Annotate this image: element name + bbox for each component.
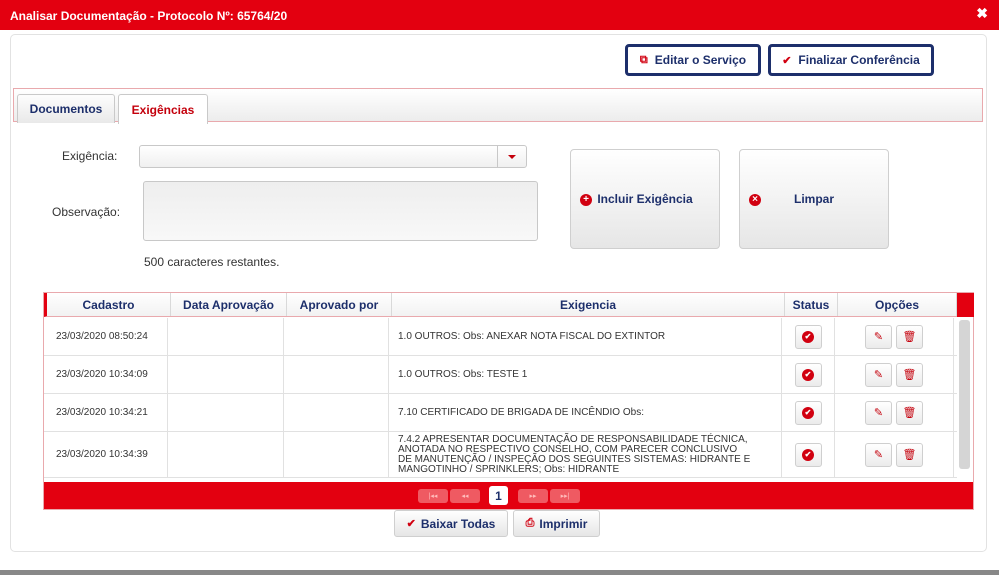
clear-label: Limpar <box>793 192 834 206</box>
table-row[interactable]: 23/03/2020 10:34:09 1.0 OUTROS: Obs: TES… <box>44 356 957 394</box>
cell-data-aprovacao <box>168 394 284 431</box>
cell-opcoes: ✎ 🗑 <box>835 356 954 393</box>
tab-documentos[interactable]: Documentos <box>17 94 115 123</box>
table-row[interactable]: 23/03/2020 10:34:21 7.10 CERTIFICADO DE … <box>44 394 957 432</box>
pencil-icon: ✎ <box>873 369 884 381</box>
pencil-icon: ✎ <box>873 331 884 343</box>
prev-page-button[interactable]: ◂◂ <box>450 489 480 503</box>
cell-cadastro: 23/03/2020 10:34:09 <box>44 356 168 393</box>
edit-button[interactable]: ✎ <box>865 400 892 425</box>
download-circle-icon: ✔ <box>406 518 416 530</box>
trash-icon: 🗑 <box>902 449 917 461</box>
col-status[interactable]: Status <box>785 293 838 316</box>
col-exigencia[interactable]: Exigencia <box>392 293 785 316</box>
print-label: Imprimir <box>539 516 588 531</box>
download-all-label: Baixar Todas <box>420 516 496 531</box>
first-page-button[interactable]: |◂◂ <box>418 489 448 503</box>
dropdown-arrow[interactable] <box>497 146 526 167</box>
cell-opcoes: ✎ 🗑 <box>835 432 954 477</box>
external-link-icon: ⧉ <box>639 53 648 66</box>
check-circle-icon: ✔ <box>802 368 814 381</box>
cell-aprovado-por <box>284 394 389 431</box>
pager-bar: |◂◂ ◂◂ 1 ▸▸ ▸▸| <box>44 482 973 509</box>
cell-status: ✔ <box>782 318 835 355</box>
next-page-button[interactable]: ▸▸ <box>518 489 548 503</box>
bottom-edge <box>0 570 999 575</box>
cell-cadastro: 23/03/2020 10:34:39 <box>44 432 168 477</box>
cell-cadastro: 23/03/2020 10:34:21 <box>44 394 168 431</box>
status-button[interactable]: ✔ <box>794 362 822 387</box>
edit-service-label: Editar o Serviço <box>654 53 747 67</box>
table-row[interactable]: 23/03/2020 08:50:24 1.0 OUTROS: Obs: ANE… <box>44 318 957 356</box>
close-icon[interactable]: ✖ <box>976 5 988 22</box>
edit-button[interactable]: ✎ <box>865 362 892 387</box>
check-circle-icon: ✔ <box>802 406 814 419</box>
cell-exigencia: 7.10 CERTIFICADO DE BRIGADA DE INCÊNDIO … <box>389 394 782 431</box>
current-page[interactable]: 1 <box>489 486 508 505</box>
remaining-characters: 500 caracteres restantes. <box>144 255 280 269</box>
cell-aprovado-por <box>284 432 389 477</box>
check-circle-icon: ✔ <box>802 448 814 461</box>
tab-bar: Documentos Exigências <box>13 88 983 124</box>
print-button[interactable]: ⎙ Imprimir <box>513 510 600 537</box>
delete-button[interactable]: 🗑 <box>896 400 923 425</box>
cell-exigencia: 7.4.2 APRESENTAR DOCUMENTAÇÃO DE RESPONS… <box>389 432 782 477</box>
include-exigencia-label: Incluir Exigência <box>597 192 693 206</box>
pencil-icon: ✎ <box>873 449 884 461</box>
cell-opcoes: ✎ 🗑 <box>835 394 954 431</box>
vertical-scrollbar[interactable] <box>959 320 970 469</box>
finish-check-label: Finalizar Conferência <box>798 53 920 67</box>
exigencia-select[interactable] <box>139 145 527 168</box>
cell-cadastro: 23/03/2020 08:50:24 <box>44 318 168 355</box>
cell-data-aprovacao <box>168 356 284 393</box>
cell-data-aprovacao <box>168 318 284 355</box>
window-title: Analisar Documentação - Protocolo Nº: 65… <box>10 9 288 23</box>
status-button[interactable]: ✔ <box>794 442 822 467</box>
check-circle-icon: ✔ <box>802 330 814 343</box>
download-all-button[interactable]: ✔ Baixar Todas <box>394 510 508 537</box>
delete-button[interactable]: 🗑 <box>896 362 923 387</box>
edit-service-button[interactable]: ⧉ Editar o Serviço <box>625 44 761 76</box>
status-button[interactable]: ✔ <box>794 324 822 349</box>
include-exigencia-button[interactable]: + Incluir Exigência <box>570 149 720 249</box>
observacao-textarea[interactable] <box>143 181 538 241</box>
exigencia-label: Exigência: <box>62 149 118 163</box>
col-cadastro[interactable]: Cadastro <box>47 293 171 316</box>
cell-exigencia: 1.0 OUTROS: Obs: TESTE 1 <box>389 356 782 393</box>
check-icon: ✔ <box>782 54 792 67</box>
printer-icon: ⎙ <box>525 517 535 529</box>
cell-exigencia: 1.0 OUTROS: Obs: ANEXAR NOTA FISCAL DO E… <box>389 318 782 355</box>
delete-button[interactable]: 🗑 <box>896 324 923 349</box>
edit-button[interactable]: ✎ <box>865 442 892 467</box>
grid-body: 23/03/2020 08:50:24 1.0 OUTROS: Obs: ANE… <box>44 318 957 479</box>
trash-icon: 🗑 <box>902 369 917 381</box>
grid-header: Cadastro Data Aprovação Aprovado por Exi… <box>44 293 957 317</box>
col-opcoes: Opções <box>838 293 957 316</box>
exigencias-grid: Cadastro Data Aprovação Aprovado por Exi… <box>43 292 974 510</box>
trash-icon: 🗑 <box>902 331 917 343</box>
cell-opcoes: ✎ 🗑 <box>835 318 954 355</box>
cell-aprovado-por <box>284 356 389 393</box>
header-scroll-cap <box>957 293 974 317</box>
chevron-down-icon <box>508 154 516 159</box>
last-page-button[interactable]: ▸▸| <box>550 489 580 503</box>
edit-button[interactable]: ✎ <box>865 324 892 349</box>
table-row[interactable]: 23/03/2020 10:34:39 7.4.2 APRESENTAR DOC… <box>44 432 957 478</box>
cell-data-aprovacao <box>168 432 284 477</box>
cell-aprovado-por <box>284 318 389 355</box>
title-bar: Analisar Documentação - Protocolo Nº: 65… <box>0 0 999 30</box>
cell-status: ✔ <box>782 394 835 431</box>
delete-button[interactable]: 🗑 <box>896 442 923 467</box>
status-button[interactable]: ✔ <box>794 400 822 425</box>
tab-exigencias[interactable]: Exigências <box>118 94 208 124</box>
trash-icon: 🗑 <box>902 407 917 419</box>
cell-status: ✔ <box>782 356 835 393</box>
col-data-aprovacao[interactable]: Data Aprovação <box>171 293 287 316</box>
clear-button[interactable]: × Limpar <box>739 149 889 249</box>
finish-check-button[interactable]: ✔ Finalizar Conferência <box>768 44 934 76</box>
col-aprovado-por[interactable]: Aprovado por <box>287 293 392 316</box>
cell-status: ✔ <box>782 432 835 477</box>
pencil-icon: ✎ <box>873 407 884 419</box>
observacao-label: Observação: <box>52 205 121 219</box>
